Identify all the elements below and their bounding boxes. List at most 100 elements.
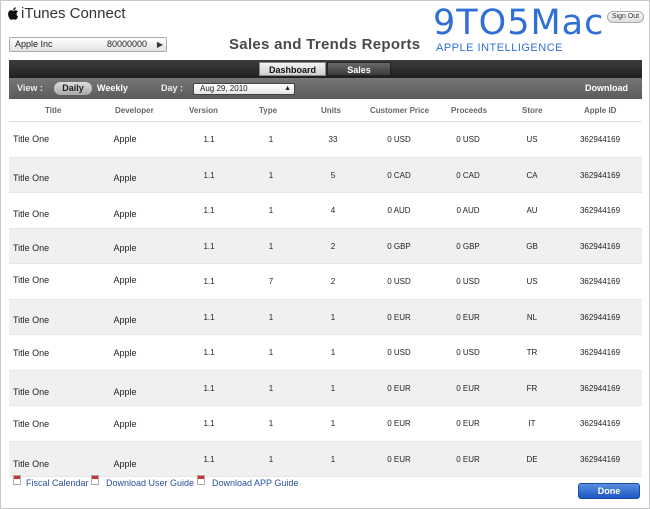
cell-type: 7 <box>268 277 274 286</box>
cell-developer: Apple <box>113 314 137 325</box>
table-row: Title One Apple 1.1 1 2 0 GBP 0 GBP GB 362944169 <box>9 228 642 264</box>
cell-store: FR <box>526 383 538 393</box>
cell-apple-id: 362944169 <box>579 135 621 144</box>
cell-proceeds: 0 CAD <box>456 170 480 180</box>
cell-version: 1.1 <box>203 348 215 357</box>
table-row: Title One Apple 1.1 7 2 0 USD 0 USD US 362944169 <box>9 264 642 300</box>
cell-units: 33 <box>328 135 338 144</box>
cell-developer: Apple <box>113 275 137 285</box>
download-link[interactable]: Download <box>585 83 628 93</box>
watermark: 9TO5Mac APPLE INTELLIGENCE <box>433 4 638 56</box>
download-user-guide-link[interactable]: Download User Guide <box>106 478 194 488</box>
cell-version: 1.1 <box>203 419 215 428</box>
cell-store: DE <box>526 454 538 464</box>
cell-type: 1 <box>268 454 274 464</box>
cell-developer: Apple <box>113 242 137 253</box>
apple-logo-icon <box>8 7 18 20</box>
cell-apple-id: 362944169 <box>579 312 621 322</box>
cell-version: 1.1 <box>203 277 215 286</box>
download-app-guide-link[interactable]: Download APP Guide <box>212 478 298 488</box>
cell-units: 1 <box>330 348 336 357</box>
cell-units: 2 <box>330 241 336 251</box>
table-row: Title One Apple 1.1 1 5 0 CAD 0 CAD CA 362944169 <box>9 157 642 193</box>
day-value: Aug 29, 2010 <box>200 84 248 93</box>
cell-customer-price: 0 AUD <box>387 206 411 215</box>
cell-type: 1 <box>268 312 274 322</box>
cell-version: 1.1 <box>203 383 215 393</box>
app-window: iTunes Connect Sign Out 9TO5Mac APPLE IN… <box>0 0 650 509</box>
day-select[interactable]: Aug 29, 2010 ▲︎ <box>193 83 295 95</box>
cell-customer-price: 0 EUR <box>387 383 411 393</box>
day-label: Day : <box>161 83 184 93</box>
cell-customer-price: 0 EUR <box>387 419 411 428</box>
page-title: Sales and Trends Reports <box>229 36 421 53</box>
cell-apple-id: 362944169 <box>579 241 621 251</box>
done-button[interactable]: Done <box>578 483 640 499</box>
view-label: View : <box>17 83 43 93</box>
cell-proceeds: 0 USD <box>456 277 480 286</box>
table-row: Title One Apple 1.1 1 1 0 EUR 0 EUR IT 362944169 <box>9 406 642 442</box>
cell-version: 1.1 <box>203 241 215 251</box>
table-row: Title One Apple 1.1 1 4 0 AUD 0 AUD AU 362944169 <box>9 193 642 229</box>
column-header-store: Store <box>522 106 543 115</box>
table-row: Title One Apple 1.1 1 1 0 EUR 0 EUR NL 362944169 <box>9 299 642 335</box>
tab-sales[interactable]: Sales <box>327 62 391 76</box>
cell-proceeds: 0 EUR <box>456 312 480 322</box>
cell-type: 1 <box>268 170 274 180</box>
cell-proceeds: 0 EUR <box>456 383 480 393</box>
account-name: Apple Inc <box>15 39 53 49</box>
tab-dashboard[interactable]: Dashboard <box>259 62 326 76</box>
app-title: iTunes Connect <box>21 5 126 22</box>
cell-store: NL <box>526 312 538 322</box>
cell-customer-price: 0 GBP <box>387 241 411 251</box>
table-row: Title One Apple 1.1 1 1 0 EUR 0 EUR DE 362944169 <box>9 441 642 477</box>
fiscal-calendar-link[interactable]: Fiscal Calendar <box>26 478 89 488</box>
cell-proceeds: 0 USD <box>456 135 480 144</box>
tab-bar: Dashboard Sales <box>9 60 642 78</box>
cell-developer: Apple <box>113 348 137 358</box>
cell-title: Title One <box>13 419 50 429</box>
table-row: Title One Apple 1.1 1 33 0 USD 0 USD US 36294416… <box>9 122 642 158</box>
table-row: Title One Apple 1.1 1 1 0 USD 0 USD TR 362944169 <box>9 335 642 371</box>
cell-store: CA <box>526 170 538 180</box>
cell-proceeds: 0 EUR <box>456 454 480 464</box>
cell-type: 1 <box>268 241 274 251</box>
view-weekly-toggle[interactable]: Weekly <box>97 83 128 93</box>
column-header-customer-price: Customer Price <box>370 106 430 115</box>
cell-developer: Apple <box>113 209 137 219</box>
cell-units: 1 <box>330 312 336 322</box>
chevron-right-icon: ▶ <box>156 40 163 49</box>
cell-title: Title One <box>13 209 50 219</box>
cell-units: 4 <box>330 206 336 215</box>
cell-title: Title One <box>13 275 50 285</box>
cell-developer: Apple <box>113 134 137 144</box>
cell-type: 1 <box>268 206 274 215</box>
table-row: Title One Apple 1.1 1 1 0 EUR 0 EUR FR 362944169 <box>9 370 642 406</box>
cell-type: 1 <box>268 348 274 357</box>
cell-title: Title One <box>13 134 50 144</box>
cell-customer-price: 0 USD <box>387 135 411 144</box>
cell-title: Title One <box>13 348 50 358</box>
cell-type: 1 <box>268 419 274 428</box>
pdf-icon <box>13 475 21 485</box>
column-header-developer: Developer <box>115 106 154 115</box>
table-header: Title Developer Version Type Units Custo… <box>9 99 642 122</box>
cell-customer-price: 0 USD <box>387 348 411 357</box>
cell-developer: Apple <box>113 172 137 183</box>
cell-developer: Apple <box>113 419 137 429</box>
cell-title: Title One <box>13 458 50 469</box>
cell-units: 2 <box>330 277 336 286</box>
pdf-icon <box>197 475 205 485</box>
cell-title: Title One <box>13 314 50 325</box>
cell-store: TR <box>526 348 538 357</box>
cell-version: 1.1 <box>203 454 215 464</box>
account-select[interactable]: Apple Inc 80000000 ▶ <box>9 37 167 52</box>
view-daily-toggle[interactable]: Daily <box>54 82 92 95</box>
cell-units: 1 <box>330 419 336 428</box>
table-body: Title One Apple 1.1 1 33 0 USD 0 USD US 36294416… <box>9 122 642 477</box>
column-header-apple-id: Apple ID <box>584 106 617 115</box>
cell-title: Title One <box>13 386 50 397</box>
cell-customer-price: 0 EUR <box>387 454 411 464</box>
cell-apple-id: 362944169 <box>579 419 621 428</box>
cell-store: IT <box>528 419 536 428</box>
